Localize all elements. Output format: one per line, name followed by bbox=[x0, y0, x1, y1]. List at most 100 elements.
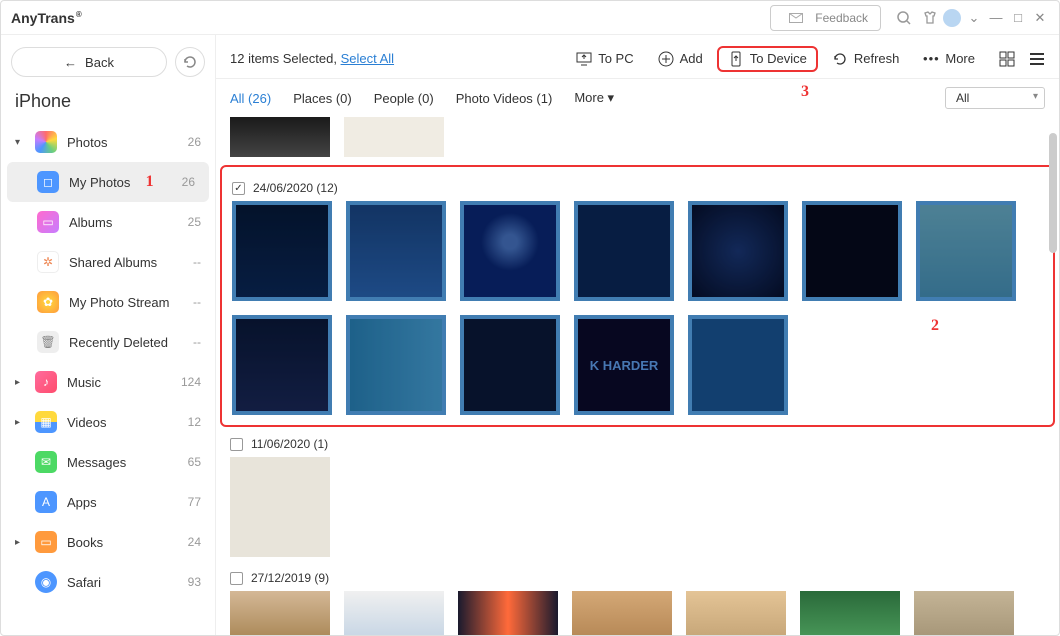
tshirt-icon[interactable] bbox=[921, 9, 939, 27]
sidebar-item-label: Albums bbox=[69, 215, 178, 230]
close-button[interactable]: ✕ bbox=[1031, 9, 1049, 27]
scrollbar[interactable] bbox=[1047, 113, 1057, 631]
filter-all[interactable]: All (26) bbox=[230, 91, 271, 106]
photo-thumb[interactable] bbox=[230, 457, 330, 557]
sidebar-item-recently-deleted[interactable]: 🗑 Recently Deleted -- bbox=[1, 322, 215, 362]
to-device-button[interactable]: To Device bbox=[717, 46, 818, 72]
sidebar-item-label: Videos bbox=[67, 415, 178, 430]
photo-thumb[interactable] bbox=[686, 591, 786, 635]
feedback-label: Feedback bbox=[815, 11, 868, 25]
photo-thumb[interactable] bbox=[232, 315, 332, 415]
group-header[interactable]: ✓ 24/06/2020 (12) bbox=[232, 181, 1043, 195]
annotation-3: 3 bbox=[801, 83, 809, 101]
sidebar-item-my-photos[interactable]: ◻ My Photos 1 26 bbox=[7, 162, 209, 202]
sidebar-item-label: Photos bbox=[67, 135, 178, 150]
photo-thumb[interactable] bbox=[802, 201, 902, 301]
to-pc-icon bbox=[576, 51, 592, 67]
photo-thumb[interactable] bbox=[688, 201, 788, 301]
avatar[interactable] bbox=[943, 9, 961, 27]
back-button[interactable]: ← Back bbox=[11, 47, 167, 77]
annotation-2: 2 bbox=[931, 317, 939, 335]
photo-thumb[interactable] bbox=[346, 315, 446, 415]
group-header[interactable]: 11/06/2020 (1) bbox=[230, 437, 1045, 451]
to-pc-button[interactable]: To PC bbox=[566, 47, 643, 71]
photo-thumb[interactable] bbox=[230, 117, 330, 157]
photo-thumb[interactable] bbox=[458, 591, 558, 635]
trash-icon: 🗑 bbox=[37, 331, 59, 353]
more-dots-icon: ••• bbox=[923, 51, 939, 67]
sidebar-item-label: Books bbox=[67, 535, 178, 550]
albums-icon: ▭ bbox=[37, 211, 59, 233]
filter-dropdown[interactable]: All bbox=[945, 87, 1045, 109]
photo-thumb[interactable] bbox=[688, 315, 788, 415]
search-icon[interactable] bbox=[895, 9, 913, 27]
refresh-button[interactable]: Refresh bbox=[822, 47, 910, 71]
photo-thumb[interactable] bbox=[344, 117, 444, 157]
photo-thumb[interactable] bbox=[232, 201, 332, 301]
my-photos-icon: ◻ bbox=[37, 171, 59, 193]
sidebar-item-messages[interactable]: ✉ Messages 65 bbox=[1, 442, 215, 482]
checkbox-icon[interactable] bbox=[230, 572, 243, 585]
minimize-button[interactable]: — bbox=[987, 9, 1005, 27]
sidebar-item-count: 93 bbox=[188, 575, 201, 589]
caret-down-icon: ▾ bbox=[15, 137, 25, 148]
sidebar-refresh-button[interactable] bbox=[175, 47, 205, 77]
sidebar-item-label: Music bbox=[67, 375, 171, 390]
photo-thumb[interactable] bbox=[574, 201, 674, 301]
group-header[interactable]: 27/12/2019 (9) bbox=[230, 571, 1045, 585]
sidebar-item-count: 65 bbox=[188, 455, 201, 469]
filter-photo-videos[interactable]: Photo Videos (1) bbox=[456, 91, 553, 106]
photo-thumb[interactable] bbox=[914, 591, 1014, 635]
sidebar-item-videos[interactable]: ▸ ▦ Videos 12 bbox=[1, 402, 215, 442]
sidebar-item-count: 26 bbox=[182, 175, 195, 189]
caret-right-icon: ▸ bbox=[15, 417, 25, 428]
list-view-icon[interactable] bbox=[1029, 51, 1045, 67]
sidebar-item-books[interactable]: ▸ ▭ Books 24 bbox=[1, 522, 215, 562]
sidebar-item-label: Recently Deleted bbox=[69, 335, 183, 350]
photo-thumb[interactable] bbox=[344, 591, 444, 635]
music-icon: ♪ bbox=[35, 371, 57, 393]
photo-thumb[interactable] bbox=[460, 315, 560, 415]
sidebar-item-music[interactable]: ▸ ♪ Music 124 bbox=[1, 362, 215, 402]
photo-thumb[interactable] bbox=[346, 201, 446, 301]
maximize-button[interactable]: □ bbox=[1009, 9, 1027, 27]
feedback-button[interactable]: Feedback bbox=[770, 5, 881, 31]
filter-more[interactable]: More ▾ bbox=[574, 90, 614, 106]
checkbox-icon[interactable] bbox=[230, 438, 243, 451]
photo-thumb[interactable] bbox=[916, 201, 1016, 301]
filter-people[interactable]: People (0) bbox=[374, 91, 434, 106]
sidebar-item-label: Messages bbox=[67, 455, 178, 470]
sidebar-item-shared-albums[interactable]: ✲ Shared Albums -- bbox=[1, 242, 215, 282]
grid-view-icon[interactable] bbox=[999, 51, 1015, 67]
sidebar-item-albums[interactable]: ▭ Albums 25 bbox=[1, 202, 215, 242]
add-button[interactable]: Add bbox=[648, 47, 713, 71]
sidebar-item-count: -- bbox=[193, 295, 201, 309]
photo-thumb[interactable] bbox=[230, 591, 330, 635]
photo-thumb[interactable] bbox=[800, 591, 900, 635]
filter-row: All (26) Places (0) People (0) Photo Vid… bbox=[216, 79, 1059, 117]
scrollbar-thumb[interactable] bbox=[1049, 133, 1057, 253]
photo-thumb[interactable] bbox=[460, 201, 560, 301]
selection-status: 12 items Selected, Select All bbox=[230, 51, 394, 66]
more-button[interactable]: ••• More bbox=[913, 47, 985, 71]
checkbox-checked-icon[interactable]: ✓ bbox=[232, 182, 245, 195]
videos-icon: ▦ bbox=[35, 411, 57, 433]
sidebar: ← Back iPhone ▾ Photos 26 ◻ My Photos 1 … bbox=[1, 35, 216, 635]
caret-right-icon: ▸ bbox=[15, 537, 25, 548]
photo-thumb[interactable]: K HARDER bbox=[574, 315, 674, 415]
sidebar-item-apps[interactable]: A Apps 77 bbox=[1, 482, 215, 522]
sidebar-item-photos[interactable]: ▾ Photos 26 bbox=[1, 122, 215, 162]
sidebar-item-count: 77 bbox=[188, 495, 201, 509]
photo-thumb[interactable] bbox=[572, 591, 672, 635]
to-device-icon bbox=[728, 51, 744, 67]
photos-icon bbox=[35, 131, 57, 153]
toolbar: 12 items Selected, Select All To PC Add … bbox=[216, 39, 1059, 79]
caret-right-icon: ▸ bbox=[15, 377, 25, 388]
sidebar-item-count: 26 bbox=[188, 135, 201, 149]
arrow-left-icon: ← bbox=[64, 55, 77, 70]
sidebar-item-photo-stream[interactable]: ✿ My Photo Stream -- bbox=[1, 282, 215, 322]
select-all-link[interactable]: Select All bbox=[341, 51, 394, 66]
filter-places[interactable]: Places (0) bbox=[293, 91, 352, 106]
chevron-down-icon[interactable]: ⌄ bbox=[965, 9, 983, 27]
sidebar-item-safari[interactable]: ◉ Safari 93 bbox=[1, 562, 215, 602]
